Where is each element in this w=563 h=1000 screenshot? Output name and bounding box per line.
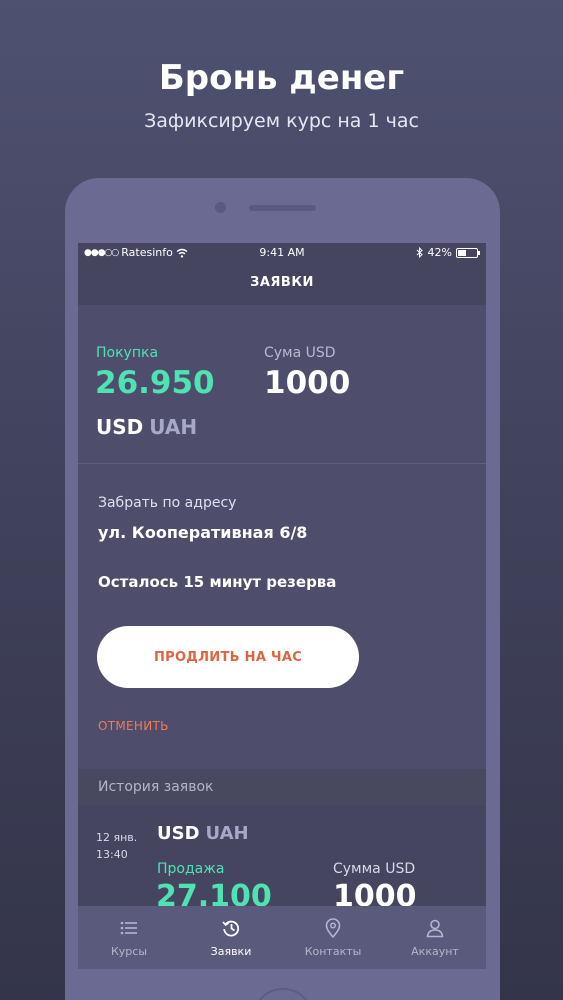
battery-icon (456, 247, 480, 258)
app-screen: ●●●○○ Ratesinfo 9:41 AM 42% ЗАЯВКИ Покуп… (78, 243, 486, 969)
history-sell-label: Продажа (157, 861, 225, 877)
battery-percent: 42% (427, 246, 452, 259)
divider (78, 463, 486, 464)
history-icon (222, 920, 240, 937)
active-order-card: Покупка 26.950 Сума USD 1000 USD UAH Забр… (78, 305, 486, 769)
tab-contacts[interactable]: Контакты (282, 906, 384, 969)
currency-from: USD (96, 415, 144, 439)
history-sum-label: Сумма USD (333, 861, 416, 877)
history-date-day: 12 янв. (96, 831, 138, 844)
tab-rates-label: Курсы (110, 945, 148, 958)
history-currency-pair: USD UAH (157, 823, 249, 844)
history-header-label: История заявок (98, 779, 214, 795)
promo-title: Бронь денег (158, 58, 405, 98)
buy-label: Покупка (96, 345, 159, 361)
tab-orders-label: Заявки (210, 945, 252, 958)
list-icon (120, 921, 137, 935)
promo-subtitle: Зафиксируем курс на 1 час (144, 110, 419, 132)
tab-orders[interactable]: Заявки (180, 906, 282, 969)
phone-speaker (249, 205, 316, 211)
currency-to: UAH (149, 415, 198, 439)
cancel-order-link[interactable]: ОТМЕНИТЬ (98, 719, 169, 733)
pickup-address: ул. Кооперативная 6/8 (98, 523, 308, 542)
home-button (252, 988, 314, 1000)
tab-contacts-label: Контакты (304, 945, 362, 958)
extend-reservation-button[interactable]: ПРОДЛИТЬ НА ЧАС (97, 626, 359, 688)
history-date-time: 13:40 (96, 848, 128, 861)
buy-rate: 26.950 (95, 365, 215, 401)
sum-value: 1000 (264, 365, 351, 401)
history-currency-from: USD (157, 823, 200, 844)
phone-camera (215, 202, 226, 213)
tab-bar: Курсы Заявки Контакты Аккаунт (78, 906, 486, 969)
tab-rates[interactable]: Курсы (78, 906, 180, 969)
reserve-remaining: Осталось 15 минут резерва (98, 573, 337, 591)
location-pin-icon (325, 918, 341, 938)
user-icon (426, 919, 444, 938)
pickup-label: Забрать по адресу (98, 495, 237, 511)
history-header: История заявок (78, 769, 486, 805)
status-bar: ●●●○○ Ratesinfo 9:41 AM 42% (78, 243, 486, 263)
sum-label: Сума USD (264, 345, 336, 361)
currency-pair: USD UAH (96, 415, 197, 439)
bluetooth-icon (416, 247, 423, 258)
page-title: ЗАЯВКИ (250, 275, 314, 290)
status-right: 42% (416, 246, 480, 259)
history-currency-to: UAH (205, 823, 249, 844)
tab-account-label: Аккаунт (411, 945, 459, 958)
tab-account[interactable]: Аккаунт (384, 906, 486, 969)
history-date: 12 янв. 13:40 (96, 829, 137, 863)
